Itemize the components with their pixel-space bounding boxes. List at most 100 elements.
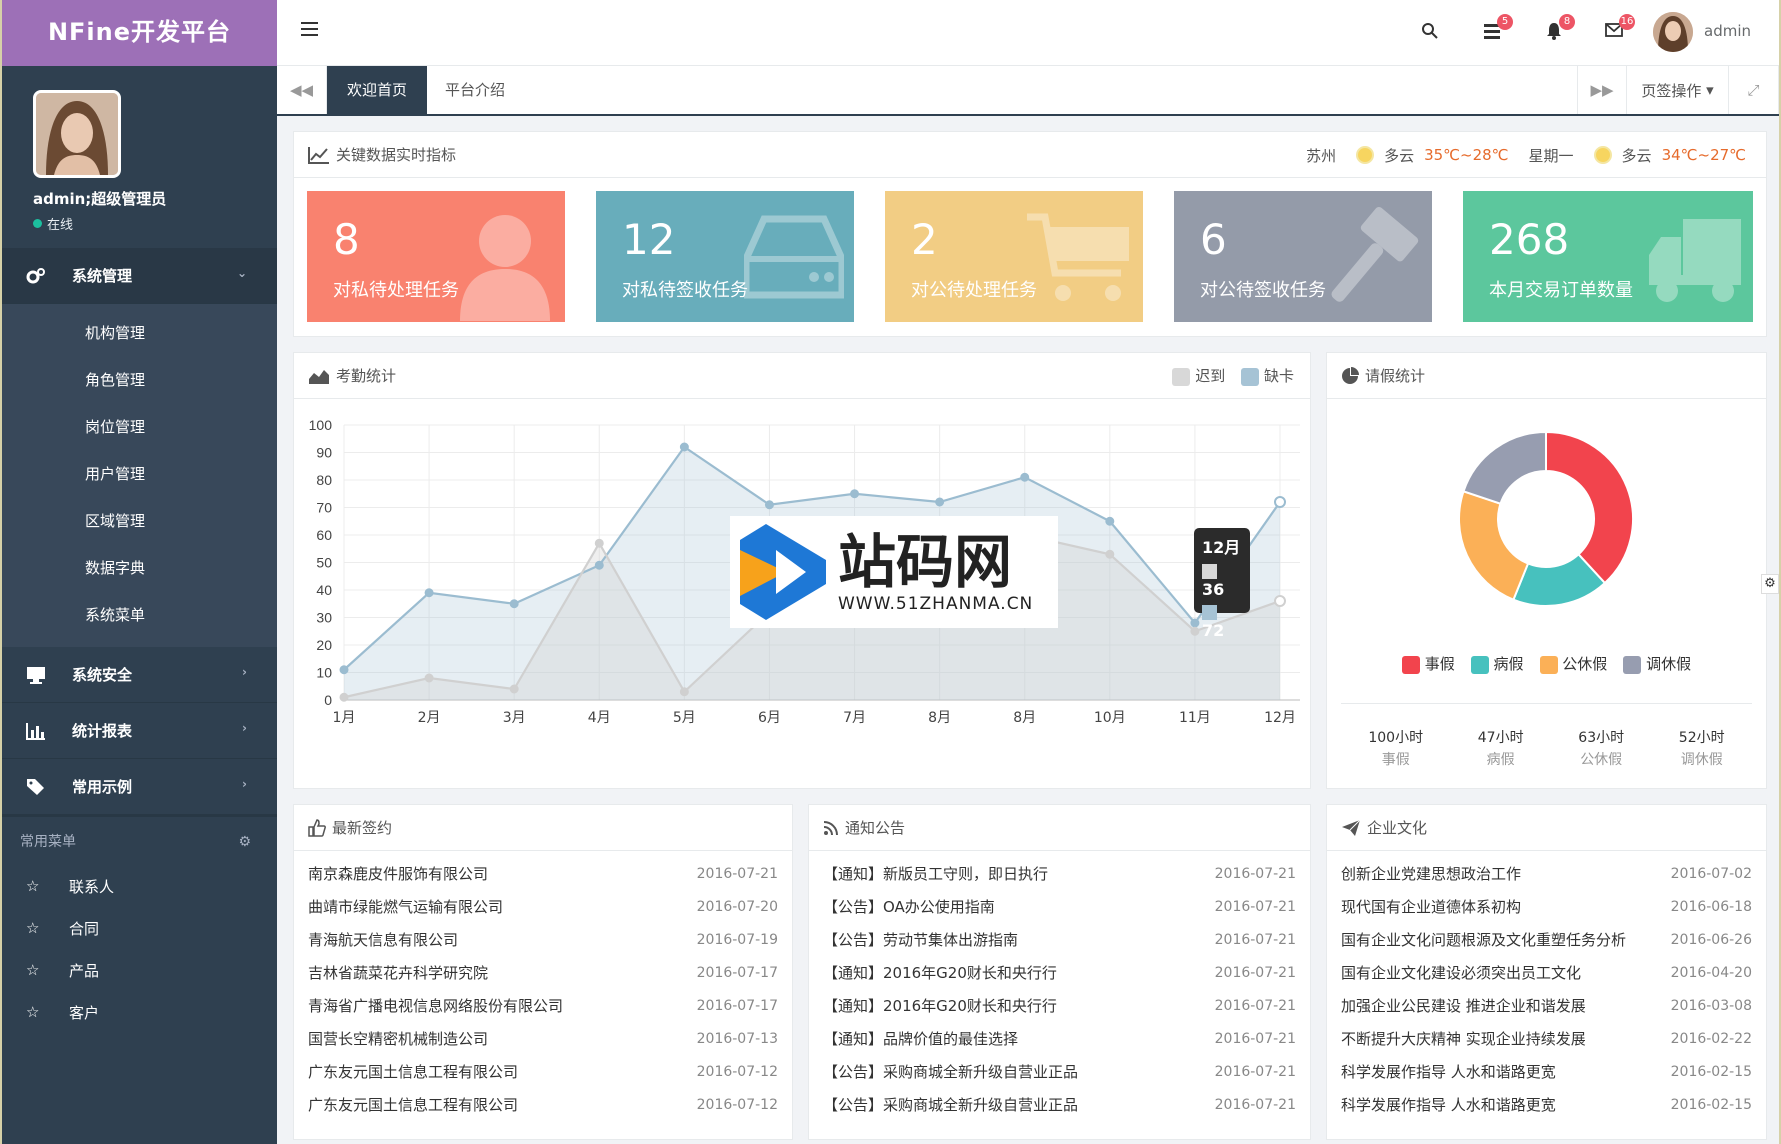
app-logo[interactable]: NFine开发平台 bbox=[2, 0, 277, 66]
leave-donut-chart[interactable] bbox=[1327, 423, 1768, 663]
fullscreen-icon[interactable]: ⤢ bbox=[1729, 66, 1779, 114]
submenu-item-user[interactable]: 用户管理 bbox=[2, 451, 277, 498]
notice-row[interactable]: 【通知】新版员工守则，即日执行 2016-07-21 bbox=[809, 857, 1310, 890]
favorite-item-customer[interactable]: ☆ 客户 bbox=[2, 991, 277, 1033]
leave-legend-item[interactable]: 病假 bbox=[1470, 653, 1524, 674]
donut-slice-3[interactable] bbox=[1462, 430, 1547, 505]
favorite-item-product[interactable]: ☆ 产品 bbox=[2, 949, 277, 991]
tab-scroll-right-icon[interactable]: ▶▶ bbox=[1577, 66, 1627, 114]
culture-name[interactable]: 科学发展作指导 人水和谐路更宽 bbox=[1341, 1061, 1556, 1082]
culture-row[interactable]: 科学发展作指导 人水和谐路更宽 2016-02-15 bbox=[1327, 1055, 1766, 1088]
culture-name[interactable]: 国有企业文化问题根源及文化重塑任务分析 bbox=[1341, 929, 1626, 950]
culture-row[interactable]: 创新企业党建思想政治工作 2016-07-02 bbox=[1327, 857, 1766, 890]
contract-name[interactable]: 吉林省蔬菜花卉科学研究院 bbox=[308, 962, 488, 983]
notice-name[interactable]: 【通知】新版员工守则，即日执行 bbox=[823, 863, 1048, 884]
notice-name[interactable]: 【公告】采购商城全新升级自营业正品 bbox=[823, 1094, 1078, 1115]
legend-late[interactable]: 迟到 bbox=[1172, 365, 1225, 386]
submenu-item-area[interactable]: 区域管理 bbox=[2, 498, 277, 545]
submenu-item-post[interactable]: 岗位管理 bbox=[2, 404, 277, 451]
contract-row[interactable]: 广东友元国土信息工程有限公司 2016-07-12 bbox=[294, 1088, 792, 1121]
kpi-card-monthly-orders[interactable]: 268 本月交易订单数量 bbox=[1463, 191, 1753, 322]
notice-name[interactable]: 【通知】品牌价值的最佳选择 bbox=[823, 1028, 1018, 1049]
menu-group-system[interactable]: 系统管理 ⌄ bbox=[2, 248, 277, 304]
favorite-item-contacts[interactable]: ☆ 联系人 bbox=[2, 865, 277, 907]
kpi-card-private-sign[interactable]: 12 对私待签收任务 bbox=[596, 191, 854, 322]
contract-row[interactable]: 广东友元国土信息工程有限公司 2016-07-12 bbox=[294, 1055, 792, 1088]
contract-name[interactable]: 青海航天信息有限公司 bbox=[308, 929, 458, 950]
notice-row[interactable]: 【通知】2016年G20财长和央行行 2016-07-21 bbox=[809, 989, 1310, 1022]
legend-swatch-personal bbox=[1401, 655, 1420, 674]
notice-name[interactable]: 【通知】2016年G20财长和央行行 bbox=[823, 995, 1057, 1016]
donut-slice-2[interactable] bbox=[1458, 490, 1530, 601]
notice-name[interactable]: 【公告】劳动节集体出游指南 bbox=[823, 929, 1018, 950]
contract-row[interactable]: 曲靖市绿能燃气运输有限公司 2016-07-20 bbox=[294, 890, 792, 923]
contract-row[interactable]: 南京森鹿皮件服饰有限公司 2016-07-21 bbox=[294, 857, 792, 890]
kpi-card-public-sign[interactable]: 6 对公待签收任务 bbox=[1174, 191, 1432, 322]
notice-name[interactable]: 【通知】2016年G20财长和央行行 bbox=[823, 962, 1057, 983]
profile-photo[interactable] bbox=[33, 90, 121, 178]
culture-row[interactable]: 科学发展作指导 人水和谐路更宽 2016-02-15 bbox=[1327, 1088, 1766, 1121]
tab-home[interactable]: 欢迎首页 bbox=[327, 66, 428, 114]
envelope-icon[interactable]: 16 bbox=[1605, 14, 1635, 42]
notice-row[interactable]: 【通知】2016年G20财长和央行行 2016-07-21 bbox=[809, 956, 1310, 989]
user-menu-name[interactable]: admin bbox=[1704, 22, 1751, 40]
kpi-card-public-pending[interactable]: 2 对公待处理任务 bbox=[885, 191, 1143, 322]
submenu-item-org[interactable]: 机构管理 bbox=[2, 310, 277, 357]
tab-ops-dropdown[interactable]: 页签操作 ▾ bbox=[1627, 66, 1729, 114]
contract-name[interactable]: 广东友元国土信息工程有限公司 bbox=[308, 1061, 518, 1082]
menu-group-examples[interactable]: 常用示例 › bbox=[2, 759, 277, 815]
culture-name[interactable]: 创新企业党建思想政治工作 bbox=[1341, 863, 1521, 884]
legend-missing[interactable]: 缺卡 bbox=[1241, 365, 1294, 386]
user-icon bbox=[455, 211, 555, 322]
contract-name[interactable]: 广东友元国土信息工程有限公司 bbox=[308, 1094, 518, 1115]
culture-row[interactable]: 国有企业文化问题根源及文化重塑任务分析 2016-06-26 bbox=[1327, 923, 1766, 956]
kpi-card-private-pending[interactable]: 8 对私待处理任务 bbox=[307, 191, 565, 322]
submenu-item-menu[interactable]: 系统菜单 bbox=[2, 592, 277, 639]
notice-row[interactable]: 【公告】采购商城全新升级自营业正品 2016-07-21 bbox=[809, 1055, 1310, 1088]
search-icon[interactable] bbox=[1421, 22, 1439, 44]
culture-name[interactable]: 现代国有企业道德体系初构 bbox=[1341, 896, 1521, 917]
contract-name[interactable]: 国营长空精密机械制造公司 bbox=[308, 1028, 488, 1049]
favorite-item-contract[interactable]: ☆ 合同 bbox=[2, 907, 277, 949]
culture-row[interactable]: 国有企业文化建设必须突出员工文化 2016-04-20 bbox=[1327, 956, 1766, 989]
contract-name[interactable]: 青海省广播电视信息网络股份有限公司 bbox=[308, 995, 563, 1016]
gear-icon[interactable]: ⚙ bbox=[238, 817, 251, 867]
submenu-item-role[interactable]: 角色管理 bbox=[2, 357, 277, 404]
leave-legend-item[interactable]: 事假 bbox=[1401, 653, 1455, 674]
contract-name[interactable]: 南京森鹿皮件服饰有限公司 bbox=[308, 863, 488, 884]
notice-name[interactable]: 【公告】采购商城全新升级自营业正品 bbox=[823, 1061, 1078, 1082]
leave-legend-item[interactable]: 调休假 bbox=[1623, 653, 1691, 674]
bell-icon[interactable]: 8 bbox=[1545, 14, 1575, 44]
leave-stat: 47小时 病假 bbox=[1478, 727, 1524, 769]
culture-row[interactable]: 现代国有企业道德体系初构 2016-06-18 bbox=[1327, 890, 1766, 923]
notice-row[interactable]: 【通知】品牌价值的最佳选择 2016-07-21 bbox=[809, 1022, 1310, 1055]
tasks-icon[interactable]: 5 bbox=[1483, 14, 1513, 44]
theme-settings-gear-icon[interactable]: ⚙ bbox=[1761, 574, 1779, 594]
contract-row[interactable]: 青海航天信息有限公司 2016-07-19 bbox=[294, 923, 792, 956]
tab-scroll-left-icon[interactable]: ◀◀ bbox=[277, 66, 327, 114]
tooltip-title: 12月 bbox=[1202, 538, 1241, 557]
contract-name[interactable]: 曲靖市绿能燃气运输有限公司 bbox=[308, 896, 503, 917]
hamburger-menu-icon[interactable] bbox=[301, 22, 318, 40]
contract-row[interactable]: 国营长空精密机械制造公司 2016-07-13 bbox=[294, 1022, 792, 1055]
notice-name[interactable]: 【公告】OA办公使用指南 bbox=[823, 896, 995, 917]
notice-row[interactable]: 【公告】劳动节集体出游指南 2016-07-21 bbox=[809, 923, 1310, 956]
contract-row[interactable]: 吉林省蔬菜花卉科学研究院 2016-07-17 bbox=[294, 956, 792, 989]
culture-row[interactable]: 加强企业公民建设 推进企业和谐发展 2016-03-08 bbox=[1327, 989, 1766, 1022]
menu-group-reports[interactable]: 统计报表 › bbox=[2, 703, 277, 759]
y-tick-label: 50 bbox=[316, 555, 332, 571]
tab-platform-intro[interactable]: 平台介绍 bbox=[425, 66, 525, 114]
user-avatar[interactable] bbox=[1653, 12, 1693, 52]
culture-name[interactable]: 科学发展作指导 人水和谐路更宽 bbox=[1341, 1094, 1556, 1115]
submenu-item-dict[interactable]: 数据字典 bbox=[2, 545, 277, 592]
menu-group-security[interactable]: 系统安全 › bbox=[2, 647, 277, 703]
leave-legend-item[interactable]: 公休假 bbox=[1539, 653, 1607, 674]
culture-name[interactable]: 加强企业公民建设 推进企业和谐发展 bbox=[1341, 995, 1586, 1016]
contract-row[interactable]: 青海省广播电视信息网络股份有限公司 2016-07-17 bbox=[294, 989, 792, 1022]
culture-name[interactable]: 不断提升大庆精神 实现企业持续发展 bbox=[1341, 1028, 1586, 1049]
notice-row[interactable]: 【公告】采购商城全新升级自营业正品 2016-07-21 bbox=[809, 1088, 1310, 1121]
donut-slice-0[interactable] bbox=[1545, 430, 1634, 585]
notice-row[interactable]: 【公告】OA办公使用指南 2016-07-21 bbox=[809, 890, 1310, 923]
culture-row[interactable]: 不断提升大庆精神 实现企业持续发展 2016-02-22 bbox=[1327, 1022, 1766, 1055]
culture-name[interactable]: 国有企业文化建设必须突出员工文化 bbox=[1341, 962, 1581, 983]
